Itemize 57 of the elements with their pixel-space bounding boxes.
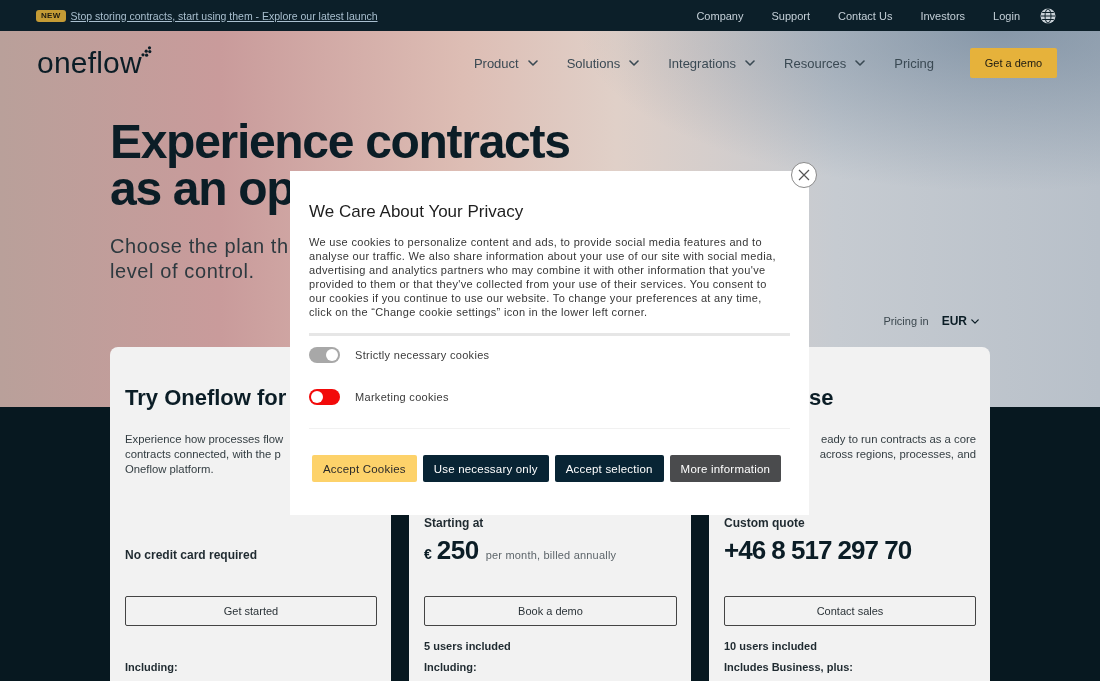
top-link[interactable]: Investors [920, 9, 966, 22]
toggle-label: Strictly necessary cookies [355, 349, 490, 361]
plan-title: Try Oneflow for [125, 387, 287, 409]
top-link[interactable]: Company [696, 9, 744, 22]
chevron-down-icon [971, 318, 979, 324]
dialog-button[interactable]: Use necessary only [422, 455, 549, 482]
users-included: 10 users included [724, 639, 817, 654]
dialog-button[interactable]: Accept selection [554, 455, 664, 482]
price-amount: 250 [436, 535, 479, 565]
announcement-link[interactable]: Stop storing contracts, start using them - Explore our latest launch [70, 9, 378, 22]
plan-description: Oneflow platform. [125, 462, 214, 477]
nav-item[interactable]: Resources [784, 55, 866, 71]
plan-note: No credit card required [125, 547, 258, 563]
plan-description: across regions, processes, and [819, 447, 976, 462]
new-badge: NEW [36, 9, 66, 22]
toggle-switch[interactable] [309, 389, 340, 405]
top-link[interactable]: Login [993, 9, 1020, 22]
dialog-text: We use cookies to personalize content and ads, to provide social media features and to analyse our traffic. We also share information about your use of our site with social media, advertising and analytics partners who may combine it with other information that you've provided to them or that they've collected from your use of their services. You consent to our cookies if you continue to use our website. To change your preferences at any time, click on the “Change cookie settings” icon in the lower left corner. [309, 235, 777, 319]
dialog-title: We Care About Your Privacy [309, 202, 524, 222]
chevron-down-icon [629, 60, 640, 66]
globe-icon[interactable] [1040, 7, 1056, 24]
users-included: 5 users included [424, 639, 511, 654]
dialog-button[interactable]: More information [669, 455, 782, 482]
pricing-in-label: Pricing in [883, 315, 929, 327]
phone-number: +46 8 517 297 70 [724, 535, 912, 565]
price-period: per month, billed annually [485, 549, 617, 561]
price-label: Starting at [424, 515, 484, 531]
nav-item[interactable]: Integrations [668, 55, 756, 71]
plan-description: eady to run contracts as a core [820, 432, 976, 447]
includes-heading: Includes Business, plus: [724, 660, 853, 675]
plan-title: se [809, 387, 834, 409]
dialog-button[interactable]: Accept Cookies [312, 455, 417, 482]
plan-button[interactable]: Get started [125, 596, 377, 626]
top-link[interactable]: Support [771, 9, 810, 22]
chevron-down-icon [527, 60, 538, 66]
plan-button[interactable]: Contact sales [724, 596, 976, 626]
plan-button[interactable]: Book a demo [424, 596, 677, 626]
chevron-down-icon [745, 60, 756, 66]
currency-symbol: € [424, 546, 432, 562]
price-label: Custom quote [724, 515, 805, 531]
plan-description: contracts connected, with the p [125, 447, 281, 462]
dots-icon [140, 46, 152, 58]
plan-description: Experience how processes flow [125, 432, 284, 447]
currency-dropdown[interactable]: EUR [941, 314, 979, 328]
nav-item[interactable]: Product [473, 55, 538, 71]
hero-subtitle: Choose the plan th [110, 234, 289, 259]
toggle-label: Marketing cookies [355, 391, 449, 403]
chevron-down-icon [855, 60, 866, 66]
includes-heading: Including: [424, 660, 477, 675]
oneflow-logo[interactable]: oneflow [37, 48, 152, 78]
includes-heading: Including: [125, 660, 178, 675]
get-demo-button[interactable]: Get a demo [970, 48, 1057, 78]
top-link[interactable]: Contact Us [838, 9, 893, 22]
nav-item[interactable]: Solutions [566, 55, 640, 71]
close-icon [798, 169, 810, 181]
hero-subtitle: level of control. [110, 259, 255, 284]
nav-item[interactable]: Pricing [894, 55, 934, 71]
